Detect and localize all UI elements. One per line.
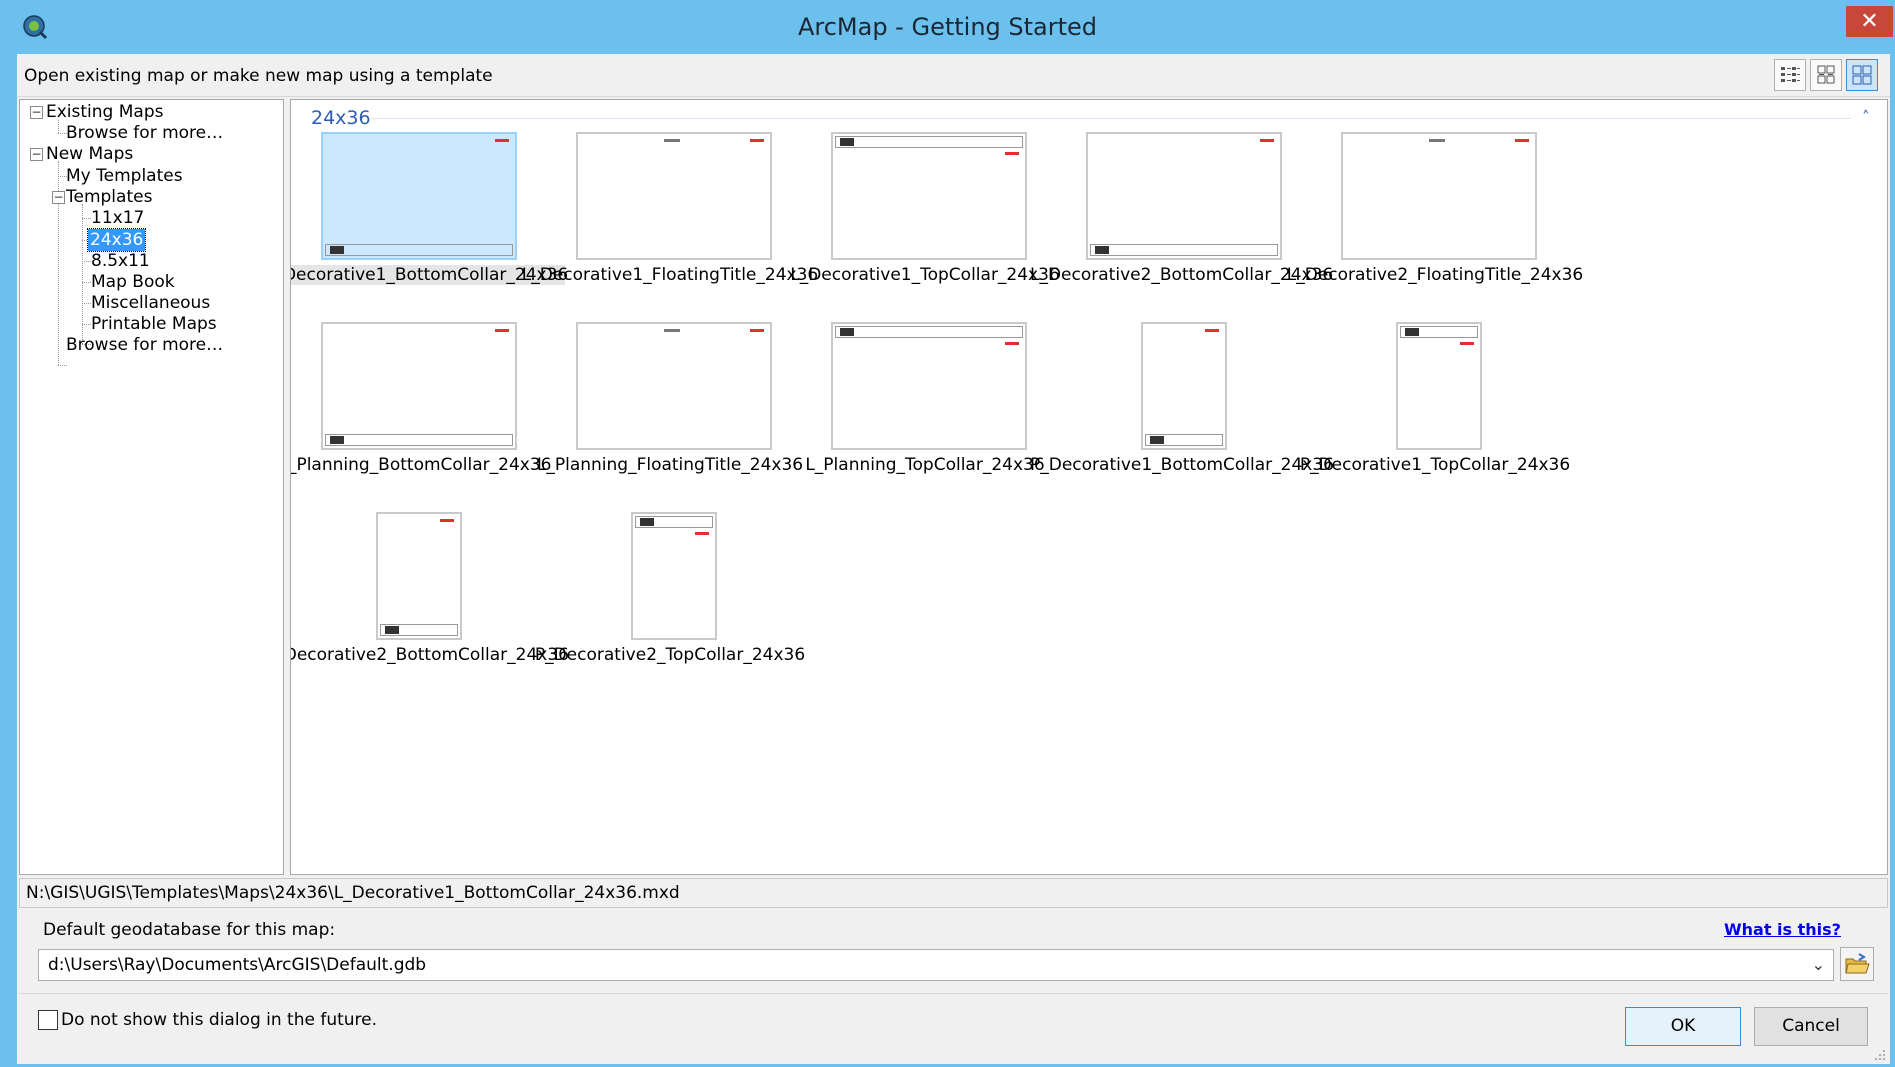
close-button[interactable]: ✕ bbox=[1846, 6, 1893, 37]
tree-item-11x17[interactable]: 11x17 bbox=[91, 207, 144, 229]
title-bar[interactable]: ArcMap - Getting Started ✕ bbox=[0, 0, 1895, 54]
template-thumbnail[interactable] bbox=[1341, 132, 1537, 260]
window-title: ArcMap - Getting Started bbox=[797, 13, 1098, 41]
arcmap-getting-started-window: ArcMap - Getting Started ✕ Open existing… bbox=[0, 0, 1895, 1067]
tree-item-templates[interactable]: Templates bbox=[66, 186, 152, 208]
details-view-icon bbox=[1781, 67, 1800, 82]
details-view-button[interactable] bbox=[1774, 59, 1806, 91]
template-thumbnail[interactable] bbox=[576, 132, 772, 260]
medium-thumbnails-icon bbox=[1817, 65, 1835, 84]
template-tile[interactable]: L_Decorative2_FloatingTitle_24x36 bbox=[1287, 132, 1621, 285]
tree-item-existing-maps[interactable]: Existing Maps bbox=[46, 101, 163, 123]
template-thumbnail[interactable] bbox=[831, 132, 1027, 260]
template-thumbnail[interactable] bbox=[376, 512, 462, 640]
template-tile[interactable]: P_Decorative1_TopCollar_24x36 bbox=[1300, 322, 1621, 475]
large-thumbnails-icon bbox=[1852, 65, 1872, 85]
template-thumbnail[interactable] bbox=[1086, 132, 1282, 260]
template-thumbnail[interactable] bbox=[831, 322, 1027, 450]
ok-button[interactable]: OK bbox=[1625, 1007, 1741, 1046]
instruction-text: Open existing map or make new map using … bbox=[24, 66, 493, 86]
tree-item-miscellaneous[interactable]: Miscellaneous bbox=[91, 292, 210, 314]
template-name[interactable]: L_Decorative2_FloatingTitle_24x36 bbox=[1285, 265, 1585, 285]
tree-item-printable-maps[interactable]: Printable Maps bbox=[91, 313, 217, 335]
template-gallery[interactable]: 24x36 ˄ L_Decorative1_BottomCollar_24x36… bbox=[290, 99, 1888, 875]
group-header-24x36[interactable]: 24x36 bbox=[311, 107, 371, 129]
geodatabase-combobox[interactable]: d:\Users\Ray\Documents\ArcGIS\Default.gd… bbox=[38, 949, 1834, 981]
group-divider bbox=[371, 118, 1851, 119]
template-thumbnail[interactable] bbox=[576, 322, 772, 450]
footer-divider bbox=[19, 993, 1888, 994]
selected-path: N:\GIS\UGIS\Templates\Maps\24x36\L_Decor… bbox=[19, 878, 1888, 908]
chevron-down-icon[interactable]: ⌄ bbox=[1812, 955, 1825, 974]
dialog-body: Open existing map or make new map using … bbox=[17, 54, 1890, 1064]
what-is-this-link[interactable]: What is this? bbox=[1724, 920, 1841, 939]
template-thumbnail[interactable] bbox=[321, 322, 517, 450]
tree-item-new-browse[interactable]: Browse for more… bbox=[66, 334, 223, 356]
template-name[interactable]: P_Decorative1_TopCollar_24x36 bbox=[1285, 455, 1585, 475]
do-not-show-label[interactable]: Do not show this dialog in the future. bbox=[61, 1010, 377, 1030]
do-not-show-checkbox[interactable] bbox=[38, 1010, 58, 1030]
tree-item-new-maps[interactable]: New Maps bbox=[46, 143, 133, 165]
tree-item-my-templates[interactable]: My Templates bbox=[66, 165, 183, 187]
tree-item-existing-browse[interactable]: Browse for more… bbox=[66, 122, 223, 144]
template-thumbnail[interactable] bbox=[321, 132, 517, 260]
tree-item-map-book[interactable]: Map Book bbox=[91, 271, 175, 293]
tree-item-8-5x11[interactable]: 8.5x11 bbox=[91, 250, 150, 272]
template-tile[interactable]: P_Decorative2_TopCollar_24x36 bbox=[535, 512, 856, 665]
template-thumbnail[interactable] bbox=[1141, 322, 1227, 450]
dialog-header: Open existing map or make new map using … bbox=[17, 54, 1890, 97]
existing-maps-expander[interactable]: − bbox=[30, 106, 43, 119]
templates-expander[interactable]: − bbox=[52, 191, 65, 204]
new-maps-expander[interactable]: − bbox=[30, 148, 43, 161]
cancel-button[interactable]: Cancel bbox=[1754, 1007, 1868, 1046]
medium-thumbnails-button[interactable] bbox=[1810, 59, 1842, 91]
category-tree[interactable]: − Existing Maps Browse for more… − New M… bbox=[19, 99, 284, 875]
template-thumbnail[interactable] bbox=[1396, 322, 1482, 450]
tree-item-24x36-selected[interactable]: 24x36 bbox=[86, 228, 147, 252]
template-thumbnail[interactable] bbox=[631, 512, 717, 640]
open-folder-icon bbox=[1845, 953, 1870, 974]
browse-geodatabase-button[interactable] bbox=[1840, 947, 1874, 981]
large-thumbnails-button[interactable] bbox=[1846, 59, 1878, 91]
template-name[interactable]: P_Decorative2_TopCollar_24x36 bbox=[520, 645, 820, 665]
resize-grip-icon[interactable] bbox=[1872, 1047, 1886, 1061]
collapse-group-icon[interactable]: ˄ bbox=[1862, 108, 1870, 126]
geodatabase-label: Default geodatabase for this map: bbox=[43, 920, 336, 940]
geodatabase-value: d:\Users\Ray\Documents\ArcGIS\Default.gd… bbox=[48, 955, 427, 975]
